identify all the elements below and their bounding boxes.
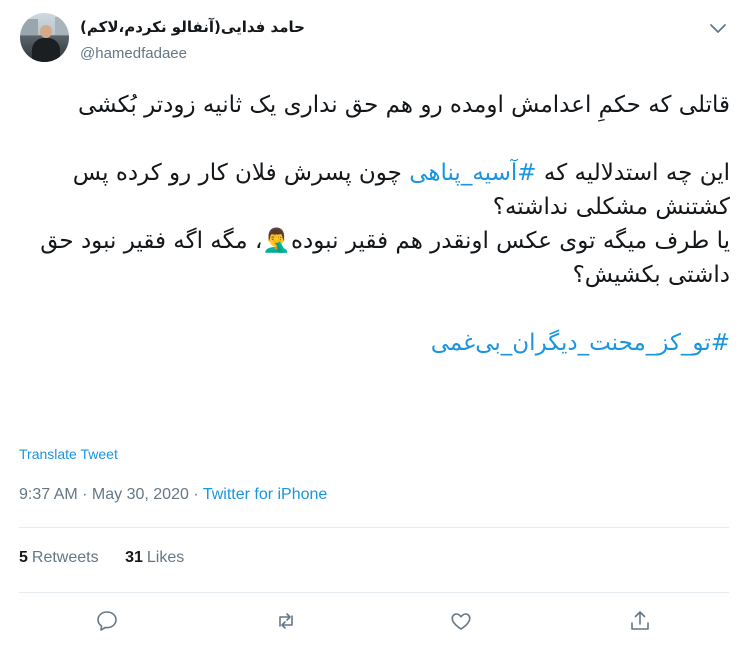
tweet-line: این چه استدلالیه که #آسیه_پناهی چون پسرش… <box>18 156 730 224</box>
hashtag-link[interactable]: #آسیه_پناهی <box>409 160 536 186</box>
meta-separator: · <box>77 486 92 503</box>
tweet-date[interactable]: May 30, 2020 <box>92 486 189 503</box>
tweet-source-link[interactable]: Twitter for iPhone <box>203 486 328 503</box>
tweet-text-fragment: این چه استدلالیه که <box>536 160 730 186</box>
author-display-name[interactable]: حامد فدایی(آنفالو نکردم،لاکم) <box>80 18 305 36</box>
tweet-stats: 5 Retweets 31 Likes <box>19 549 184 567</box>
tweet-text: قاتلی که حکمِ اعدامش اومده رو هم حق ندار… <box>18 88 730 360</box>
retweet-icon[interactable] <box>271 606 301 636</box>
meta-separator: · <box>188 486 203 503</box>
hashtag-link[interactable]: #تو_کز_محنت_دیگران_بی‌غمی <box>18 326 730 360</box>
likes-label: Likes <box>146 549 185 566</box>
divider <box>19 592 729 593</box>
share-icon[interactable] <box>625 606 655 636</box>
chevron-down-icon[interactable] <box>708 20 728 34</box>
avatar[interactable] <box>20 13 69 62</box>
tweet-line: قاتلی که حکمِ اعدامش اومده رو هم حق ندار… <box>77 92 730 118</box>
tweet-line: یا طرف میگه توی عکس اونقدر هم فقیر نبوده… <box>40 228 730 288</box>
action-bar <box>0 606 748 636</box>
tweet-meta: 9:37 AM · May 30, 2020 · Twitter for iPh… <box>19 486 327 504</box>
retweets-label: Retweets <box>31 549 99 566</box>
likes-stat[interactable]: 31 Likes <box>125 549 184 566</box>
author-handle[interactable]: @hamedfadaee <box>80 45 187 62</box>
retweets-stat[interactable]: 5 Retweets <box>19 549 99 566</box>
heart-icon[interactable] <box>446 606 476 636</box>
tweet-time[interactable]: 9:37 AM <box>19 486 78 503</box>
divider <box>19 527 729 528</box>
reply-icon[interactable] <box>92 606 122 636</box>
translate-tweet-link[interactable]: Translate Tweet <box>19 446 118 462</box>
retweets-count: 5 <box>19 549 28 566</box>
likes-count: 31 <box>125 549 143 566</box>
